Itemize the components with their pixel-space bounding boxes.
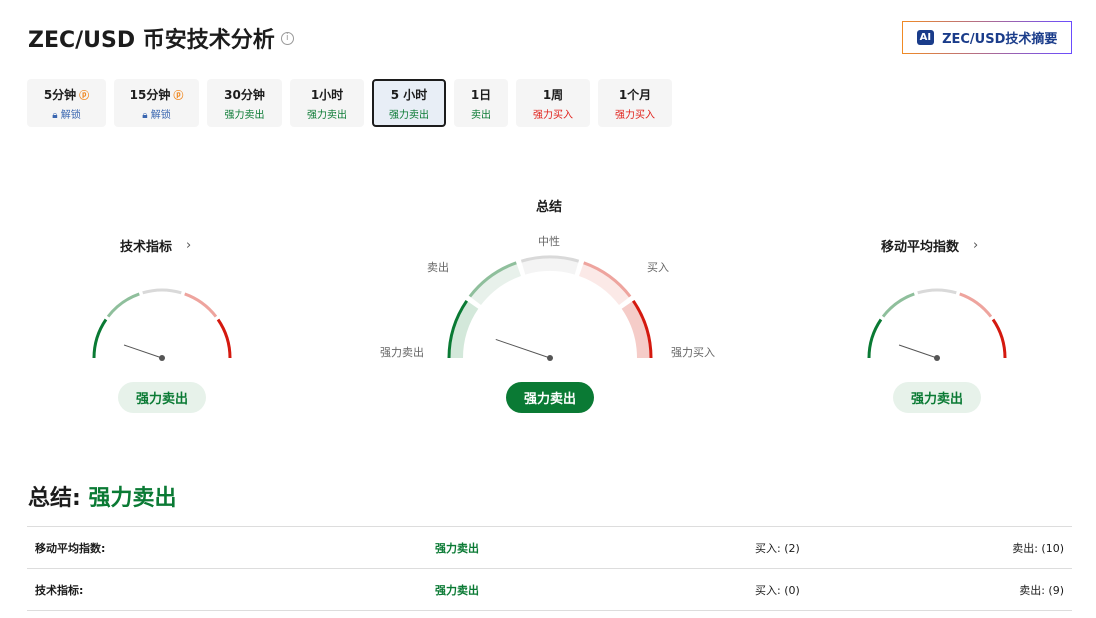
table-row: 移动平均指数: 强力卖出 买入: (2) 卖出: (10) [27, 526, 1072, 569]
label-strong-buy: 强力买入 [671, 346, 715, 359]
ma-result-badge: 强力卖出 [893, 382, 981, 413]
summary-heading: 总结: 强力卖出 [28, 480, 177, 512]
label-neutral: 中性 [538, 235, 560, 248]
technical-gauge-segment-strong-sell [92, 318, 108, 359]
ma-gauge-segment-strong-buy [991, 318, 1007, 359]
technical-gauge-segment-neutral [142, 288, 182, 295]
ma-gauge-needle-hub [934, 355, 940, 361]
technical-gauge-segment-sell [106, 292, 140, 318]
row-sell: 卖出: (10) [947, 526, 1072, 569]
technical-gauge-link[interactable]: 技术指标 › [120, 236, 191, 255]
summary-label: 总结: [28, 486, 81, 511]
gauge-title: 技术指标 [120, 240, 173, 255]
gauge-title: 总结 [536, 200, 563, 215]
ma-gauge-segment-sell [881, 292, 915, 318]
ma-gauge-segment-neutral [917, 288, 957, 295]
ma-gauge-segment-buy [959, 292, 993, 318]
row-value: 强力卖出 [427, 526, 747, 569]
row-name: 技术指标: [27, 568, 427, 611]
ma-gauge-needle [898, 344, 938, 359]
technical-gauge-needle [123, 344, 163, 359]
summary-result-badge: 强力卖出 [506, 382, 594, 413]
summary-value: 强力卖出 [88, 486, 177, 511]
summary-gauge-needle [495, 338, 551, 359]
label-sell: 卖出 [427, 261, 449, 274]
row-sell: 卖出: (9) [947, 568, 1072, 611]
ma-gauge-link[interactable]: 移动平均指数 › [881, 236, 978, 255]
technical-gauge-segment-buy [184, 292, 218, 318]
row-buy: 买入: (0) [747, 568, 947, 611]
chevron-right-icon: › [186, 238, 192, 253]
gauge-title: 移动平均指数 [881, 240, 960, 255]
summary-table: 移动平均指数: 强力卖出 买入: (2) 卖出: (10) 技术指标: 强力卖出 买入: … [27, 526, 1072, 611]
summary-gauge-needle-hub [547, 355, 553, 361]
technical-result-badge: 强力卖出 [118, 382, 206, 413]
label-strong-sell: 强力卖出 [380, 346, 424, 359]
summary-gauge-band-neutral [521, 257, 579, 275]
table-row: 技术指标: 强力卖出 买入: (0) 卖出: (9) [27, 568, 1072, 611]
label-buy: 买入 [647, 261, 669, 274]
chevron-right-icon: › [973, 238, 979, 253]
row-name: 移动平均指数: [27, 526, 427, 569]
summary-gauge-title: 总结 [536, 196, 562, 215]
technical-gauge-segment-strong-buy [216, 318, 232, 359]
ma-gauge-segment-strong-sell [867, 318, 883, 359]
row-buy: 买入: (2) [747, 526, 947, 569]
row-value: 强力卖出 [427, 568, 747, 611]
technical-gauge-needle-hub [159, 355, 165, 361]
